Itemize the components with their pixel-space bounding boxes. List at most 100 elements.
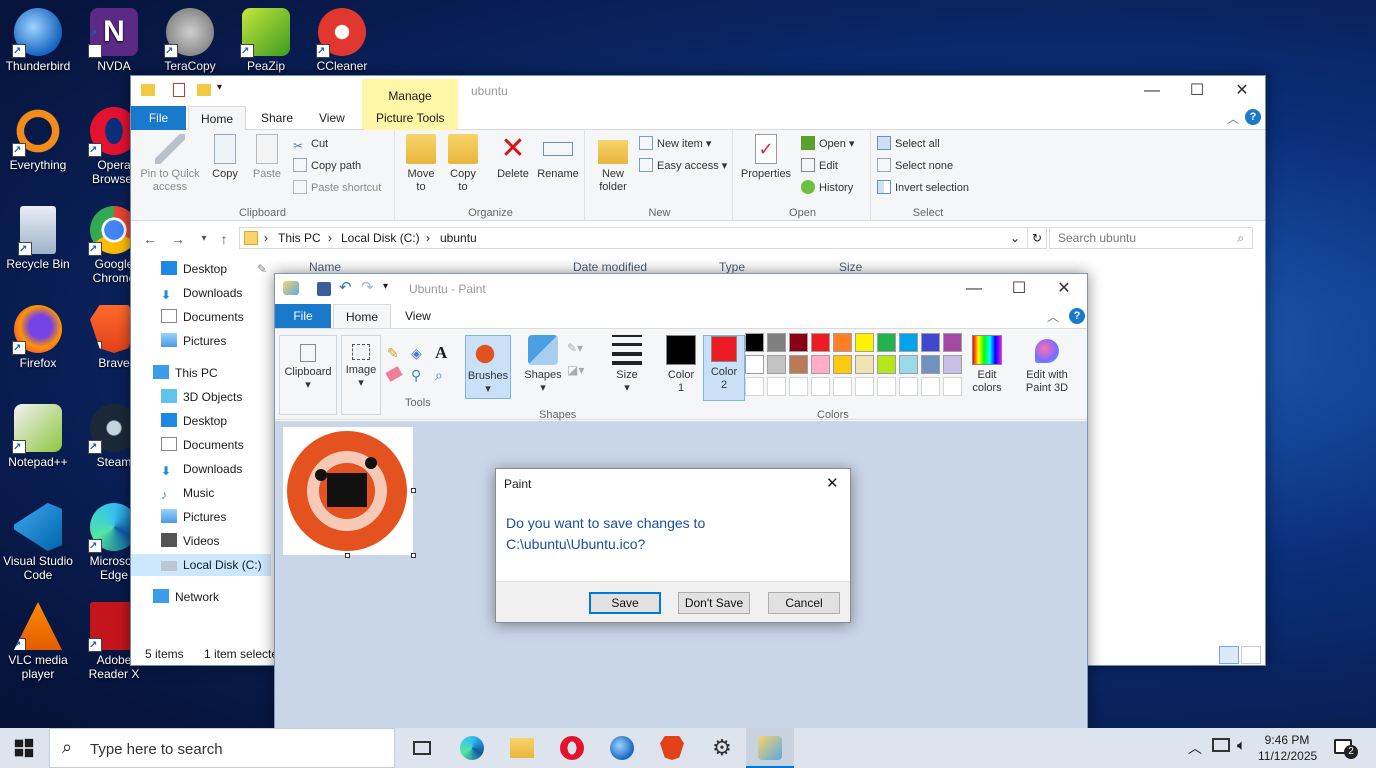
large-icons-view-icon[interactable] <box>1241 646 1261 664</box>
pencil-icon[interactable]: ✎ <box>387 345 399 362</box>
rename-button[interactable]: Rename <box>535 134 581 181</box>
desktop-icon-peazip[interactable]: PeaZip <box>228 8 304 73</box>
column-date-modified[interactable]: Date modified <box>573 260 647 274</box>
color1-button[interactable]: Color 1 <box>659 335 703 395</box>
nav-quick-downloads[interactable]: ⬇ Downloads <box>131 282 271 304</box>
taskbar-brave[interactable] <box>648 728 696 768</box>
copy-button[interactable]: Copy <box>207 134 243 181</box>
nav-desktop[interactable]: Desktop <box>131 410 271 432</box>
edit-colors-button[interactable]: Edit colors <box>965 335 1009 395</box>
tab-picture-tools[interactable]: Picture Tools <box>364 106 457 130</box>
palette-swatch[interactable] <box>899 355 918 374</box>
palette-swatch[interactable] <box>877 377 896 396</box>
copy-path-button[interactable]: Copy path <box>293 156 361 176</box>
palette-swatch[interactable] <box>921 355 940 374</box>
palette-swatch[interactable] <box>789 333 808 352</box>
palette-swatch[interactable] <box>789 377 808 396</box>
taskbar-search-box[interactable]: ⌕ Type here to search <box>49 728 395 768</box>
tab-home[interactable]: Home <box>188 106 247 131</box>
nav-pictures[interactable]: Pictures <box>131 506 271 528</box>
palette-swatch[interactable] <box>921 333 940 352</box>
palette-swatch[interactable] <box>811 377 830 396</box>
dialog-close-button[interactable]: ✕ <box>826 474 839 492</box>
desktop-icon-nvda[interactable]: N NVDA <box>76 8 152 73</box>
palette-swatch[interactable] <box>877 333 896 352</box>
taskbar-opera[interactable] <box>548 728 596 768</box>
palette-swatch[interactable] <box>855 355 874 374</box>
color2-button[interactable]: Color 2 <box>703 335 745 401</box>
network-icon[interactable] <box>1212 738 1230 752</box>
nav-3d-objects[interactable]: 3D Objects <box>131 386 271 408</box>
text-icon[interactable]: A <box>435 343 447 363</box>
paste-shortcut-button[interactable]: Paste shortcut <box>293 178 381 198</box>
save-qat-icon[interactable] <box>317 282 331 296</box>
resize-handle[interactable] <box>345 553 350 558</box>
resize-handle[interactable] <box>411 488 416 493</box>
select-none-button[interactable]: Select none <box>877 156 953 176</box>
easy-access-button[interactable]: Easy access ▾ <box>639 156 727 176</box>
size-button[interactable]: Size ▾ <box>607 335 647 395</box>
edit-button[interactable]: Edit <box>801 156 838 176</box>
palette-swatch[interactable] <box>811 355 830 374</box>
nav-quick-desktop[interactable]: Desktop ✎ <box>131 258 271 280</box>
brushes-button[interactable]: Brushes ▾ <box>465 335 511 399</box>
desktop-icon-firefox[interactable]: Firefox <box>0 305 76 370</box>
invert-selection-button[interactable]: Invert selection <box>877 178 969 198</box>
new-item-button[interactable]: New item ▾ <box>639 134 711 154</box>
palette-swatch[interactable] <box>943 333 962 352</box>
palette-swatch[interactable] <box>833 333 852 352</box>
palette-swatch[interactable] <box>943 355 962 374</box>
nav-quick-documents[interactable]: Documents <box>131 306 271 328</box>
palette-swatch[interactable] <box>899 333 918 352</box>
close-button[interactable]: ✕ <box>1219 76 1265 106</box>
fill-style-icon[interactable]: ◪▾ <box>567 363 584 377</box>
cut-button[interactable]: ✂ Cut <box>293 134 328 154</box>
palette-swatch[interactable] <box>855 377 874 396</box>
desktop-icon-teracopy[interactable]: TeraCopy <box>152 8 228 73</box>
breadcrumb-ubuntu[interactable]: ubuntu <box>440 228 477 248</box>
tab-share[interactable]: Share <box>249 106 305 130</box>
paint-close-button[interactable]: ✕ <box>1041 274 1087 304</box>
desktop-icon-notepadpp[interactable]: Notepad++ <box>0 404 76 469</box>
undo-icon[interactable]: ↶ <box>339 278 352 296</box>
maximize-button[interactable]: ☐ <box>1174 76 1220 106</box>
palette-swatch[interactable] <box>833 377 852 396</box>
eraser-icon[interactable] <box>385 366 403 382</box>
paint-help-icon[interactable]: ? <box>1069 308 1085 324</box>
taskbar-edge[interactable] <box>448 728 496 768</box>
column-name[interactable]: Name <box>309 260 341 274</box>
taskbar-file-explorer[interactable] <box>498 728 546 768</box>
redo-icon[interactable]: ↷ <box>361 278 374 296</box>
nav-videos[interactable]: Videos <box>131 530 271 552</box>
palette-swatch[interactable] <box>789 355 808 374</box>
clock[interactable]: 9:46 PM 11/12/2025 <box>1258 732 1317 764</box>
nav-music[interactable]: ♪ Music <box>131 482 271 504</box>
desktop-icon-vlc[interactable]: VLC media player <box>0 602 76 681</box>
palette-swatch[interactable] <box>745 333 764 352</box>
palette-swatch[interactable] <box>833 355 852 374</box>
palette-swatch[interactable] <box>767 355 786 374</box>
nav-downloads[interactable]: ⬇ Downloads <box>131 458 271 480</box>
properties-button[interactable]: ✓ Properties <box>737 134 795 181</box>
palette-swatch[interactable] <box>877 355 896 374</box>
cancel-button[interactable]: Cancel <box>768 592 840 614</box>
paint-maximize-button[interactable]: ☐ <box>996 274 1042 304</box>
help-icon[interactable]: ? <box>1245 109 1261 125</box>
dont-save-button[interactable]: Don't Save <box>678 592 750 614</box>
shapes-button[interactable]: Shapes ▾ <box>521 335 565 395</box>
address-bar[interactable]: › This PC › Local Disk (C:) › ubuntu ⌄ ↻ <box>239 227 1047 249</box>
palette-swatch[interactable] <box>943 377 962 396</box>
delete-button[interactable]: ✕ Delete <box>493 134 533 181</box>
minimize-button[interactable]: — <box>1129 76 1175 106</box>
fill-icon[interactable]: ◈ <box>411 345 422 362</box>
desktop-icon-vscode[interactable]: Visual Studio Code <box>0 503 76 582</box>
desktop-icon-everything[interactable]: Everything <box>0 107 76 172</box>
nav-local-disk[interactable]: Local Disk (C:) <box>131 554 271 576</box>
new-folder-button[interactable]: New folder <box>593 134 633 194</box>
properties-qat-icon[interactable] <box>173 83 185 97</box>
palette-swatch[interactable] <box>811 333 830 352</box>
nav-this-pc[interactable]: This PC <box>131 362 271 384</box>
magnifier-icon[interactable]: ⌕ <box>435 367 443 384</box>
breadcrumb-this-pc[interactable]: This PC <box>278 228 321 248</box>
search-box[interactable]: Search ubuntu ⌕ <box>1049 227 1253 249</box>
